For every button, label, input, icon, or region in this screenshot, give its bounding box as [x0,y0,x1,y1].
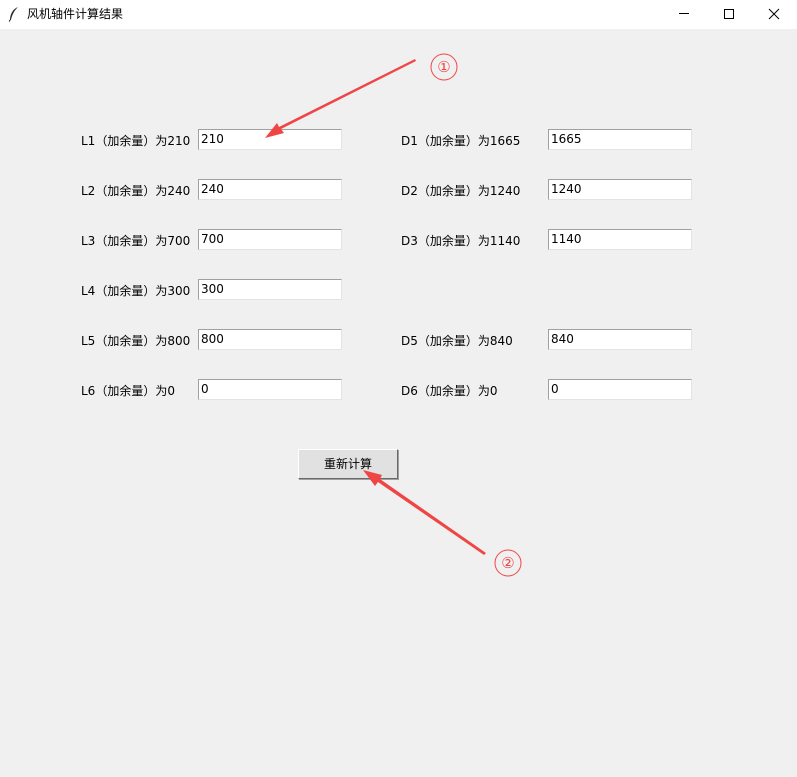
annotation-arrow-1 [265,59,416,138]
d6-input[interactable]: 0 [548,379,692,400]
title-bar: 风机轴件计算结果 [0,0,797,29]
d1-label: D1（加余量）为1665 [401,134,521,148]
maximize-icon [724,9,734,19]
l1-input[interactable]: 210 [198,129,342,150]
l4-input[interactable]: 300 [198,279,342,300]
l2-input[interactable]: 240 [198,179,342,200]
window-title: 风机轴件计算结果 [27,7,124,21]
minimize-button[interactable] [661,0,707,29]
l4-label: L4（加余量）为300 [81,284,191,298]
l5-label: L5（加余量）为800 [81,334,191,348]
d2-input[interactable]: 1240 [548,179,692,200]
d6-label: D6（加余量）为0 [401,384,498,398]
d2-label: D2（加余量）为1240 [401,184,521,198]
d1-input[interactable]: 1665 [548,129,692,150]
maximize-button[interactable] [706,0,752,29]
l3-label: L3（加余量）为700 [81,234,191,248]
feather-icon [8,7,18,22]
d3-label: D3（加余量）为1140 [401,234,521,248]
minimize-icon [679,13,689,14]
l3-input[interactable]: 700 [198,229,342,250]
l5-input[interactable]: 800 [198,329,342,350]
l6-input[interactable]: 0 [198,379,342,400]
d3-input[interactable]: 1140 [548,229,692,250]
close-button[interactable] [751,0,797,29]
l6-label: L6（加余量）为0 [81,384,175,398]
annotation-marker-1-circle [430,53,458,81]
annotation-marker-2: ② [501,554,514,572]
l2-label: L2（加余量）为240 [81,184,191,198]
close-icon [768,8,780,20]
d5-label: D5（加余量）为840 [401,334,513,348]
l1-label: L1（加余量）为210 [81,134,191,148]
annotation-marker-1: ① [437,58,450,76]
annotation-arrow-2 [363,470,486,555]
recalculate-button[interactable]: 重新计算 [298,449,398,479]
d5-input[interactable]: 840 [548,329,692,350]
annotation-marker-2-circle [494,549,522,577]
